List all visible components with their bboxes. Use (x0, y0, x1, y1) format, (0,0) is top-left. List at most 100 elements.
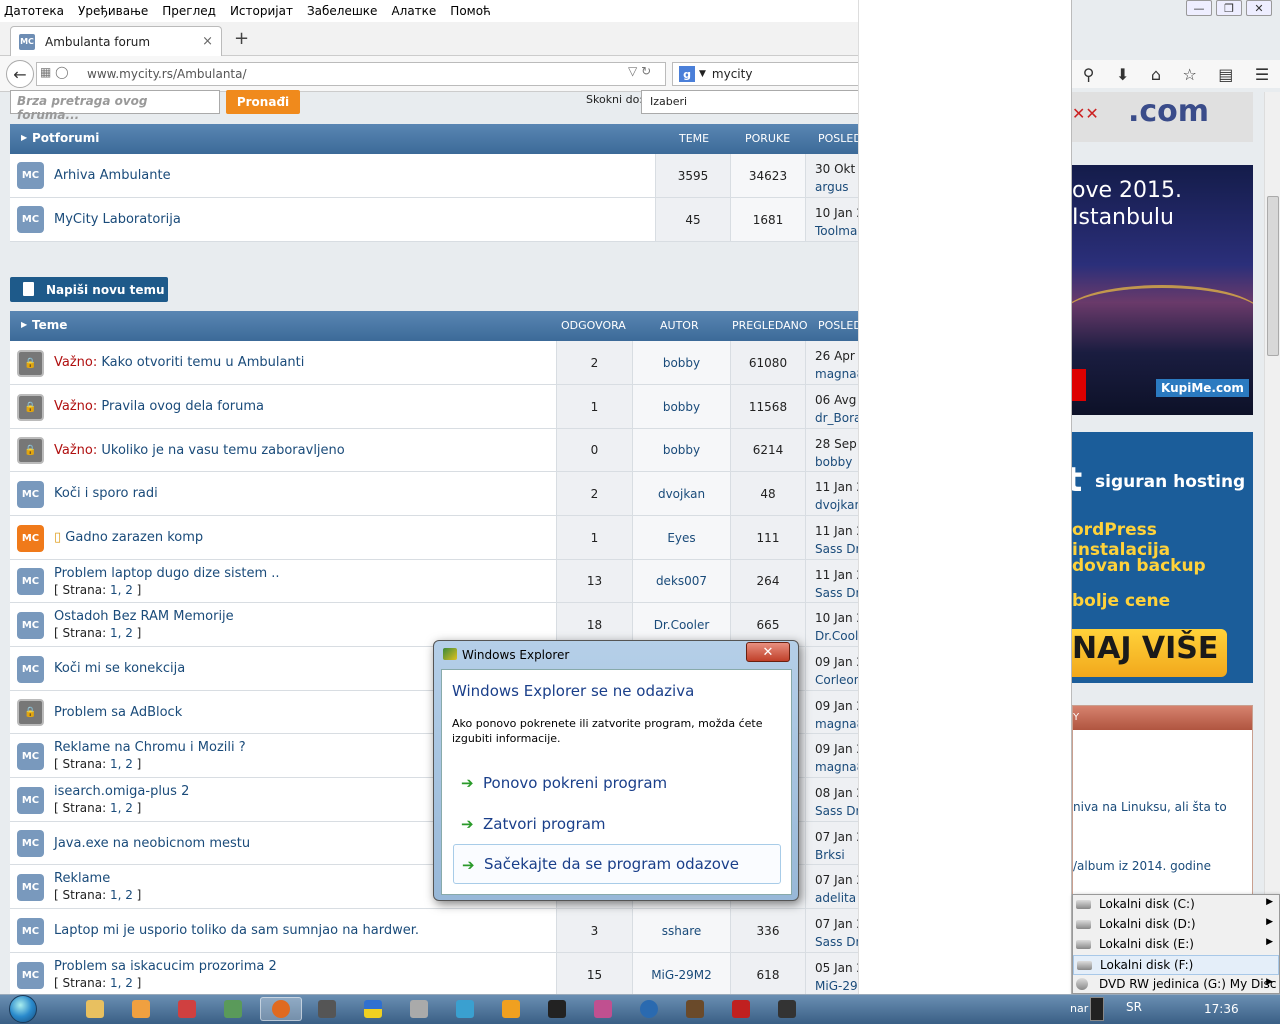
tab-ambulanta[interactable]: MC Ambulanta forum × (10, 26, 222, 56)
quick-search-input[interactable]: Brza pretraga ovog foruma... (10, 90, 220, 122)
taskbar-explorer[interactable] (74, 997, 116, 1021)
drive-e-item[interactable]: Lokalni disk (E:) ▶ (1073, 935, 1279, 955)
topic-link[interactable]: Problem sa iskacucim prozorima 2 (54, 959, 277, 974)
drive-c-item[interactable]: Lokalni disk (C:) ▶ (1073, 895, 1279, 915)
taskbar-app6[interactable] (306, 997, 348, 1021)
page-links[interactable]: 1, 2 (110, 888, 133, 902)
taskbar-media[interactable] (120, 997, 162, 1021)
new-tab-button[interactable]: + (234, 28, 249, 49)
subforum-link[interactable]: Arhiva Ambulante (54, 168, 171, 183)
topic-author[interactable]: dvojkan (632, 472, 730, 515)
menu-help[interactable]: Помоћ (450, 4, 491, 18)
menu-history[interactable]: Историјат (230, 4, 293, 18)
topic-author[interactable]: Eyes (632, 516, 730, 559)
topic-link[interactable]: Ostadoh Bez RAM Memorije (54, 609, 234, 624)
taskbar-app10[interactable] (490, 997, 532, 1021)
topic-author[interactable]: deks007 (632, 560, 730, 602)
drive-f-item[interactable]: Lokalni disk (F:) (1073, 955, 1279, 975)
close-program-option[interactable]: ➔ Zatvori program (453, 804, 781, 844)
back-button[interactable]: ← (6, 60, 34, 88)
home-icon[interactable]: ⌂ (1151, 65, 1161, 84)
topic-link[interactable]: Java.exe na neobicnom mestu (54, 836, 250, 851)
taskbar-app3[interactable] (166, 997, 208, 1021)
hamburger-menu-icon[interactable]: ☰ (1255, 65, 1269, 84)
subforum-link[interactable]: MyCity Laboratorija (54, 212, 181, 227)
topic-author[interactable]: bobby (632, 341, 730, 384)
search-bar[interactable]: g ▼ mycity (672, 62, 860, 86)
topic-author[interactable]: MiG-29M2 (632, 953, 730, 996)
side-link-2[interactable]: /album iz 2014. godine (1073, 859, 1211, 873)
side-link-1[interactable]: niva na Linuksu, ali šta to (1073, 798, 1227, 816)
taskbar-app11[interactable] (536, 997, 578, 1021)
drive-d-item[interactable]: Lokalni disk (D:) ▶ (1073, 915, 1279, 935)
taskbar-app12[interactable] (582, 997, 624, 1021)
menu-view[interactable]: Преглед (162, 4, 216, 18)
drive-g-item[interactable]: DVD RW jedinica (G:) My Disc ▶ (1073, 975, 1279, 995)
url-bar[interactable]: www.mycity.rs/Ambulanta/ (36, 62, 666, 86)
page-links[interactable]: 1, 2 (110, 757, 133, 771)
menu-bookmarks[interactable]: Забелешке (307, 4, 378, 18)
topic-author[interactable]: bobby (632, 429, 730, 471)
topic-author[interactable]: sshare (632, 909, 730, 952)
search-icon[interactable]: ⚲ (1083, 65, 1095, 84)
topic-link[interactable]: Reklame (54, 871, 110, 886)
reload-icon[interactable]: ↻ (641, 64, 651, 78)
clock[interactable]: 17:36 (1204, 1002, 1239, 1016)
taskbar-app7[interactable] (352, 997, 394, 1021)
dropdown-icon[interactable]: ▽ (628, 64, 637, 78)
page-icon[interactable]: ▦ (40, 65, 51, 79)
jump-select[interactable]: Izaberi (641, 90, 860, 114)
taskbar-app16[interactable] (766, 997, 808, 1021)
start-button[interactable] (2, 994, 44, 1024)
taskbar-app13[interactable] (628, 997, 670, 1021)
restore-icon[interactable]: ❐ (1216, 0, 1242, 16)
collapse-triangle-icon[interactable]: ▶ (21, 320, 27, 329)
tab-close-icon[interactable]: × (202, 34, 213, 49)
ad-banner-istanbul[interactable]: ove 2015. Istanbulu KupiMe.com (1072, 165, 1253, 415)
page-links[interactable]: 1, 2 (110, 976, 133, 990)
taskbar-firefox[interactable] (260, 997, 302, 1021)
menu-file[interactable]: Датотека (4, 4, 64, 18)
page-links[interactable]: 1, 2 (110, 583, 133, 597)
topic-link[interactable]: isearch.omiga-plus 2 (54, 784, 189, 799)
scrollbar-thumb[interactable] (1267, 196, 1279, 356)
topic-link[interactable]: Laptop mi je usporio toliko da sam sumnj… (54, 923, 419, 938)
bookmark-star-icon[interactable]: ☆ (1182, 65, 1196, 84)
restart-program-option[interactable]: ➔ Ponovo pokreni program (453, 763, 781, 803)
taskbar-app8[interactable] (398, 997, 440, 1021)
taskbar-app9[interactable] (444, 997, 486, 1021)
tray-app-icon[interactable] (1090, 997, 1104, 1021)
menu-tools[interactable]: Алатке (391, 4, 436, 18)
topic-link[interactable]: Važno: Pravila ovog dela foruma (54, 399, 264, 414)
page-links[interactable]: 1, 2 (110, 801, 133, 815)
topic-author[interactable]: bobby (632, 385, 730, 428)
download-icon[interactable]: ⬇ (1116, 65, 1129, 84)
close-window-icon[interactable]: ✕ (1246, 0, 1272, 16)
topic-link[interactable]: Reklame na Chromu i Mozili ? (54, 740, 246, 755)
topic-link[interactable]: Važno: Ukoliko je na vasu temu zaboravlj… (54, 443, 345, 458)
taskbar-app15[interactable] (720, 997, 762, 1021)
ad-banner-domain[interactable]: ✕✕ .com (1072, 92, 1253, 142)
menu-edit[interactable]: Уређивање (78, 4, 148, 18)
taskbar-app14[interactable] (674, 997, 716, 1021)
topic-link[interactable]: ▯ Gadno zarazen komp (54, 530, 203, 545)
collapse-triangle-icon[interactable]: ▶ (21, 133, 27, 142)
taskbar-app4[interactable] (212, 997, 254, 1021)
minimize-icon[interactable]: — (1186, 0, 1212, 16)
dialog-close-button[interactable]: ✕ (746, 642, 790, 662)
topic-link[interactable]: Koči i sporo radi (54, 486, 158, 501)
topic-link[interactable]: Važno: Kako otvoriti temu u Ambulanti (54, 355, 304, 370)
topic-link[interactable]: Problem laptop dugo dize sistem .. (54, 566, 280, 581)
wait-program-option[interactable]: ➔ Sačekajte da se program odazove (453, 844, 781, 884)
bookmarks-list-icon[interactable]: ▤ (1218, 65, 1233, 84)
language-indicator[interactable]: SR (1126, 1000, 1142, 1014)
search-dropdown-icon[interactable]: ▼ (699, 69, 706, 79)
new-topic-button[interactable]: Napiši novu temu (10, 277, 168, 302)
find-button[interactable]: Pronađi (226, 90, 300, 114)
topic-link[interactable]: Problem sa AdBlock (54, 705, 182, 720)
page-links[interactable]: 1, 2 (110, 626, 133, 640)
vertical-scrollbar[interactable] (1264, 92, 1280, 894)
ad3-button[interactable]: NAJ VIŠE (1072, 629, 1227, 677)
ad-banner-hosting[interactable]: t siguran hosting ordPress instalacija d… (1072, 432, 1253, 683)
topic-link[interactable]: Koči mi se konekcija (54, 661, 185, 676)
